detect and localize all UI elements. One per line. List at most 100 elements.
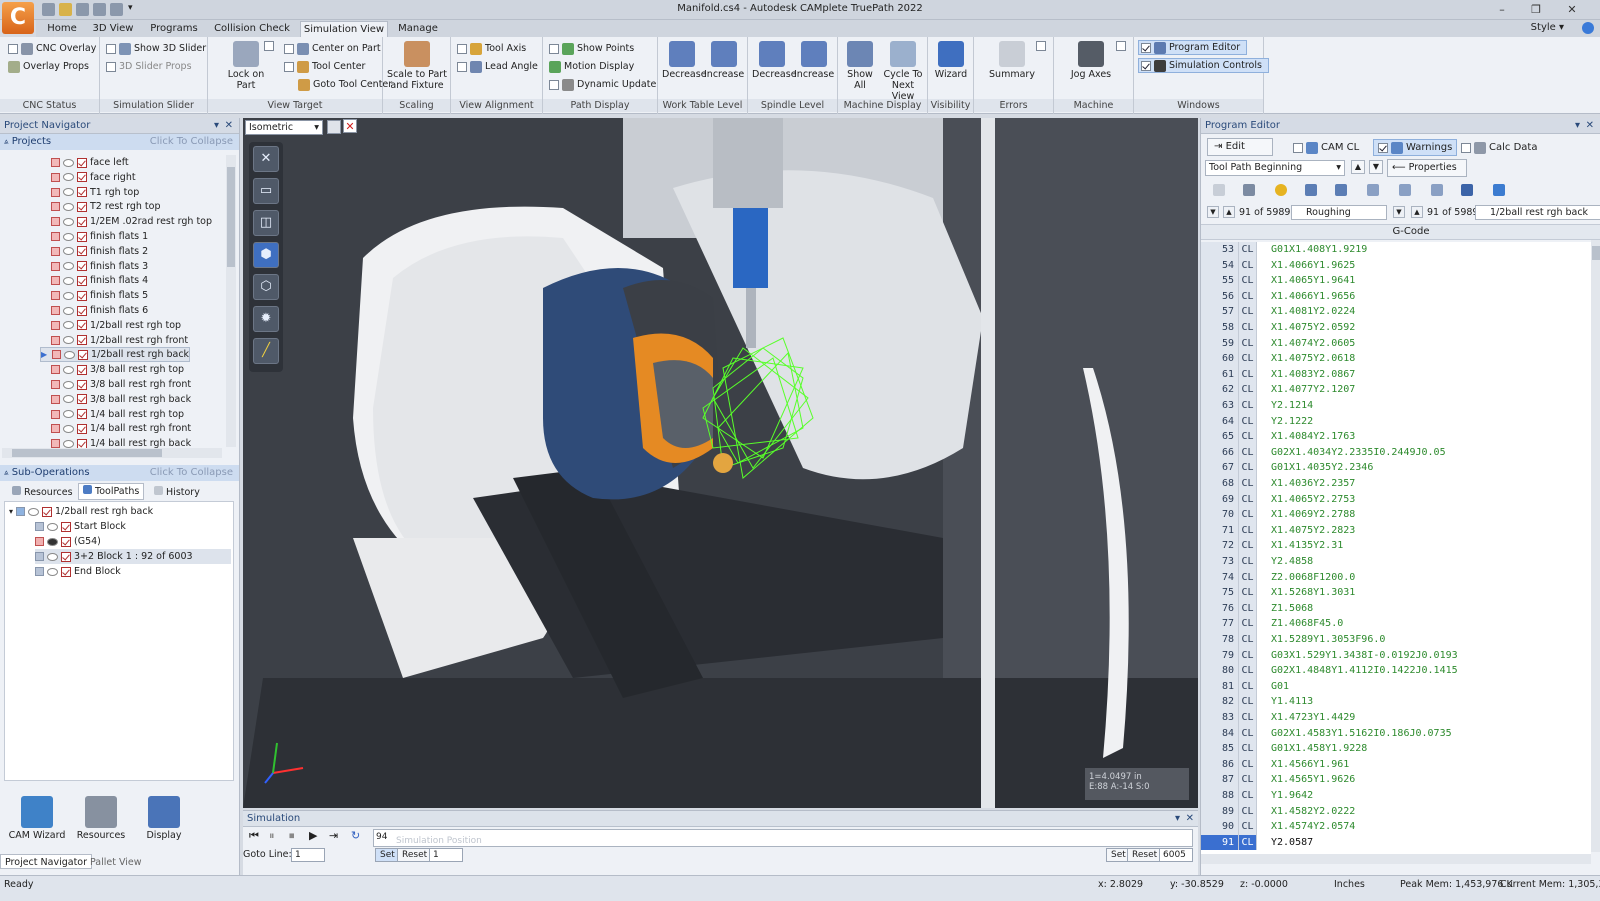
overlay-props-button[interactable]: Overlay Props [8,59,89,74]
subop-row-root[interactable]: ▾ 1/2ball rest rgh back [9,504,153,519]
projects-section-header[interactable]: ⩓ Projects Click To Collapse [0,134,239,150]
visibility-eye-icon[interactable] [63,424,74,433]
project-tree-item[interactable]: face right [40,170,136,185]
program-editor-checkbox[interactable] [1141,42,1151,53]
project-tree-item[interactable]: finish flats 6 [40,303,148,318]
sim-timeline-slider[interactable]: 94 Simulation Position [373,829,1193,847]
sim-pane-menu-icon[interactable]: ▾ [1175,811,1180,827]
project-tree-item[interactable]: 1/2ball rest rgh front [40,333,188,348]
gcode-row[interactable]: 73 CL Y2.4858 [1201,554,1591,570]
project-tree-item[interactable]: finish flats 2 [40,244,148,259]
slider-props-checkbox[interactable] [106,61,116,72]
subops-section-header[interactable]: ⩓ Sub-Operations Click To Collapse [0,465,239,481]
properties-button[interactable]: ⟵ Properties [1387,159,1467,177]
sim-stop-icon[interactable]: ⏹ [289,829,295,843]
gcode-row[interactable]: 84 CL G02X1.4583Y1.5162I0.186J0.0735 [1201,725,1591,742]
visibility-eye-icon[interactable] [63,291,74,300]
tree-item-checkbox[interactable] [77,305,87,316]
gcode-row[interactable]: 58 CL X1.4075Y2.0592 [1201,320,1591,336]
project-tree-item[interactable]: 1/2ball rest rgh top [40,318,181,333]
operation-select[interactable]: Roughing [1291,205,1387,220]
sim-play-small-icon[interactable]: ▶ [309,829,317,842]
next-path-icon[interactable]: ▼ [1369,160,1383,174]
style-menu[interactable]: Style ▾ [1531,22,1564,33]
show-3d-slider-toggle[interactable]: Show 3D Slider [106,41,206,56]
subop-row-g54[interactable]: (G54) [35,534,101,549]
tree-item-checkbox[interactable] [77,290,87,301]
gcode-row[interactable]: 68 CL X1.4036Y2.2357 [1201,476,1591,492]
cycle-view-button[interactable]: Cycle To Next View [880,41,926,102]
visibility-eye-icon[interactable] [47,552,58,561]
nav-dropdown-2-icon[interactable]: ▼ [1393,206,1405,218]
tree-item-checkbox[interactable] [77,335,87,346]
gcode-row[interactable]: 76 CL Z1.5068 [1201,600,1591,617]
dynamic-update-toggle[interactable]: Dynamic Update [549,77,656,92]
gcode-row[interactable]: 74 CL Z2.0068F1200.0 [1201,569,1591,586]
help-icon[interactable] [1582,22,1594,34]
gcode-hscrollbar[interactable] [1201,854,1591,864]
tree-item-checkbox[interactable] [77,423,87,434]
sim-first-icon[interactable]: ⏮ [249,829,259,843]
tool-path-select[interactable]: Tool Path Beginning ▾ [1205,160,1345,176]
gcode-row[interactable]: 75 CL X1.5268Y1.3031 [1201,585,1591,601]
tree-item-checkbox[interactable] [77,261,87,272]
gcode-row[interactable]: 69 CL X1.4065Y2.2753 [1201,491,1591,508]
project-tree-item[interactable]: T1 rgh top [40,185,139,200]
tab-history[interactable]: History [150,485,204,500]
program-editor-toggle[interactable]: Program Editor [1138,40,1248,55]
reset-start-button[interactable]: Reset [397,848,433,862]
cam-cl-toggle[interactable]: CAM CL [1293,140,1359,155]
tree-item-checkbox[interactable] [77,201,87,212]
tree-item-checkbox[interactable] [77,379,87,390]
show-3d-slider-checkbox[interactable] [106,43,116,54]
subop-checkbox[interactable] [42,506,53,517]
tree-item-checkbox[interactable] [77,187,87,198]
visibility-eye-icon[interactable] [63,336,74,345]
subops-collapse-hint[interactable]: Click To Collapse [150,465,233,481]
tab-collision-check[interactable]: Collision Check [210,21,294,37]
view-options-icon[interactable] [327,120,341,134]
tree-item-checkbox[interactable] [78,349,88,360]
gcode-row[interactable]: 82 CL Y1.4113 [1201,694,1591,710]
nav-up-2-icon[interactable]: ▲ [1411,206,1423,218]
scale-to-part-button[interactable]: Scale to Part and Fixture [387,41,447,91]
gcode-row[interactable]: 83 CL X1.4723Y1.4429 [1201,710,1591,726]
tree-item-checkbox[interactable] [77,364,87,375]
view-iso-cube-icon[interactable]: ⬢ [253,242,279,268]
visibility-eye-icon[interactable] [63,395,74,404]
start-line-input[interactable]: 1 [429,848,463,862]
tree-vertical-scrollbar[interactable] [226,155,236,447]
tree-item-checkbox[interactable] [77,231,87,242]
editor-warning-icon[interactable] [1275,184,1287,196]
sim-step-icon[interactable]: ⇥ [329,829,338,842]
tree-horizontal-scrollbar[interactable] [2,448,222,458]
minimize-icon[interactable]: – [1490,1,1514,18]
project-tree-item[interactable]: face left [40,155,129,170]
cam-wizard-button[interactable]: CAM Wizard [6,796,68,841]
gcode-row[interactable]: 90 CL X1.4574Y2.0574 [1201,819,1591,835]
center-on-part-toggle[interactable]: Center on Part [284,41,381,56]
calc-data-toggle[interactable]: Calc Data [1461,140,1537,155]
tree-item-checkbox[interactable] [77,246,87,257]
editor-menu-icon[interactable]: ▾ [1575,118,1580,134]
wizard-button[interactable]: Wizard [931,41,971,80]
visibility-eye-icon[interactable] [63,365,74,374]
visibility-eye-icon[interactable] [63,202,74,211]
tab-resources[interactable]: Resources [8,485,77,500]
cnc-overlay-checkbox[interactable] [8,43,18,54]
tree-hscroll-thumb[interactable] [12,449,162,457]
subop-row-end-block[interactable]: End Block [35,564,121,579]
visibility-eye-icon[interactable] [28,507,40,516]
gcode-row[interactable]: 62 CL X1.4077Y2.1207 [1201,382,1591,398]
calc-data-checkbox[interactable] [1461,142,1471,153]
gcode-row[interactable]: 53 CL G01X1.408Y1.9219 [1201,242,1591,258]
visibility-eye-icon[interactable] [63,173,74,182]
spindle-decrease-button[interactable]: Decrease [752,41,797,80]
display-button[interactable]: Display [136,796,192,841]
reset-end-button[interactable]: Reset [1127,848,1163,862]
gcode-scrollbar[interactable] [1591,240,1600,852]
simulation-controls-toggle[interactable]: Simulation Controls [1138,58,1269,73]
gcode-row[interactable]: 85 CL G01X1.458Y1.9228 [1201,741,1591,757]
tree-item-checkbox[interactable] [77,409,87,420]
tree-item-checkbox[interactable] [77,157,87,168]
